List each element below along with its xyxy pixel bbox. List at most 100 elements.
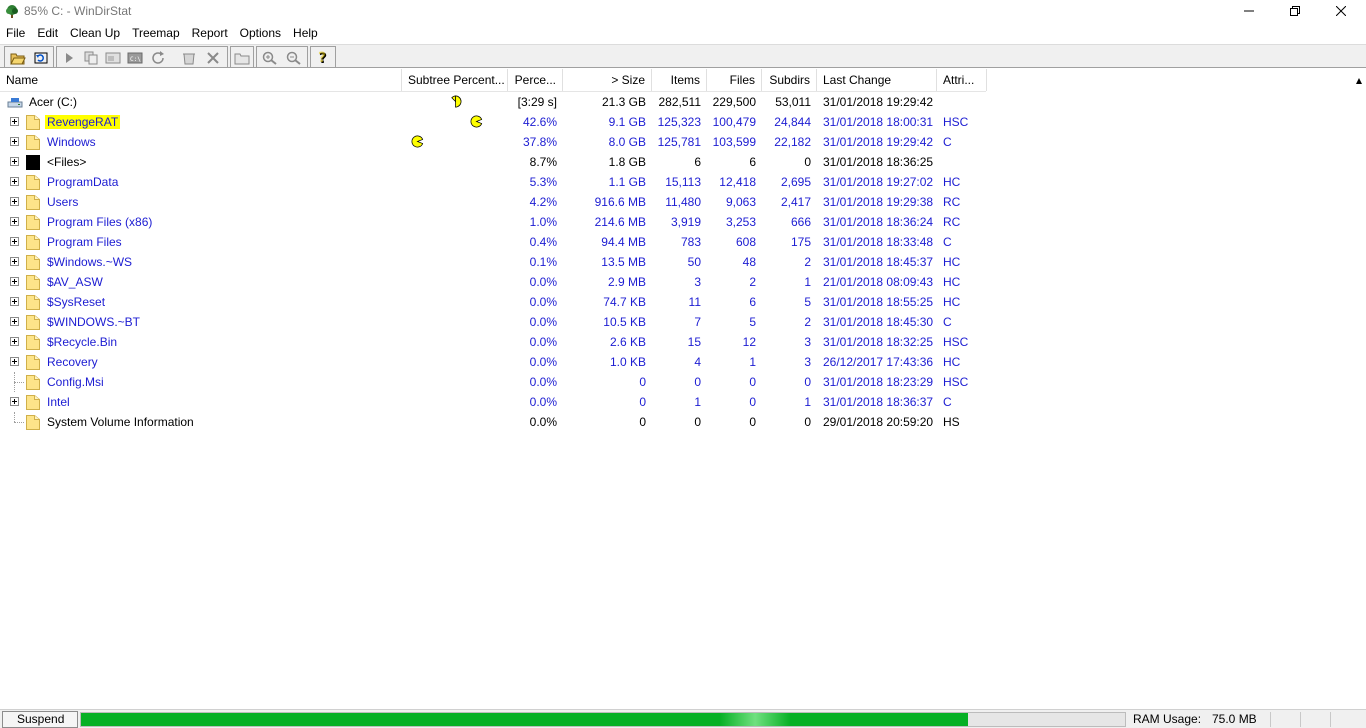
toolbar-group-zoom <box>256 46 308 68</box>
expand-toggle[interactable] <box>10 237 19 246</box>
table-row[interactable]: Users 4.2% 916.6 MB 11,480 9,063 2,417 31/01/2… <box>0 192 1000 212</box>
root-row[interactable]: Acer (C:) [3:29 s] 21.3 GB 282,511 229,5… <box>0 92 1000 112</box>
table-row[interactable]: Intel 0.0% 0 1 0 1 31/01/2018 18:36:37 C <box>0 392 1000 412</box>
table-row[interactable]: Recovery 0.0% 1.0 KB 4 1 3 26/12/2017 17:43:36… <box>0 352 1000 372</box>
menu-treemap[interactable]: Treemap <box>126 23 186 43</box>
header-scroll-arrow-icon[interactable] <box>1354 69 1364 91</box>
column-header-percent[interactable]: Perce... <box>508 69 563 91</box>
expand-toggle[interactable] <box>10 157 19 166</box>
menu-options[interactable]: Options <box>234 23 287 43</box>
explorer-button[interactable] <box>103 49 123 67</box>
expand-toggle[interactable] <box>10 177 19 186</box>
row-attributes: HC <box>943 355 961 369</box>
status-bar: Suspend RAM Usage: 75.0 MB <box>0 709 1366 728</box>
column-header-attributes[interactable]: Attri... <box>937 69 987 91</box>
expand-toggle[interactable] <box>10 117 19 126</box>
row-size: 0 <box>639 395 646 409</box>
close-button[interactable] <box>1318 0 1364 22</box>
scan-progress-fill <box>81 713 969 726</box>
expand-toggle[interactable] <box>10 357 19 366</box>
help-button[interactable]: ?? <box>313 49 333 67</box>
status-pane <box>1270 712 1300 727</box>
row-attributes: HC <box>943 295 961 309</box>
restore-button[interactable] <box>1272 0 1318 22</box>
zoom-out-button[interactable] <box>284 49 304 67</box>
refresh-icon <box>34 52 48 64</box>
table-row[interactable]: RevengeRAT 42.6% 9.1 GB 125,323 100,479 24,84… <box>0 112 1000 132</box>
ram-usage-value: 75.0 MB <box>1212 712 1257 726</box>
row-files: 1 <box>749 355 756 369</box>
column-header-name[interactable]: Name <box>0 69 402 91</box>
expand-toggle[interactable] <box>10 217 19 226</box>
table-row[interactable]: <Files> 8.7% 1.8 GB 6 6 0 31/01/2018 18:36:25 <box>0 152 1000 172</box>
row-percent: 0.0% <box>529 275 557 289</box>
row-subdirs: 24,844 <box>774 115 811 129</box>
refresh-button[interactable] <box>31 49 51 67</box>
menu-file[interactable]: File <box>0 23 31 43</box>
menu-edit[interactable]: Edit <box>31 23 64 43</box>
menu-clean-up[interactable]: Clean Up <box>64 23 126 43</box>
row-files: 0 <box>749 375 756 389</box>
row-last-change: 31/01/2018 18:36:25 <box>823 155 934 169</box>
suspend-button[interactable]: Suspend <box>2 711 78 728</box>
expand-toggle[interactable] <box>10 197 19 206</box>
table-row[interactable]: ProgramData 5.3% 1.1 GB 15,113 12,418 2,695 31… <box>0 172 1000 192</box>
row-percent: 0.4% <box>529 235 557 249</box>
folder-icon <box>26 275 40 290</box>
row-percent: 37.8% <box>522 135 557 149</box>
new-folder-button[interactable] <box>232 49 252 67</box>
row-name: <Files> <box>47 155 87 169</box>
table-row[interactable]: $SysReset 0.0% 74.7 KB 11 6 5 31/01/2018 18:55… <box>0 292 1000 312</box>
table-row[interactable]: Windows 37.8% 8.0 GB 125,781 103,599 22,182 31… <box>0 132 1000 152</box>
status-pane <box>1330 712 1360 727</box>
row-last-change: 31/01/2018 18:32:25 <box>823 335 934 349</box>
root-name: Acer (C:) <box>29 95 77 109</box>
expand-toggle[interactable] <box>10 337 19 346</box>
row-items: 783 <box>680 235 701 249</box>
row-name: $Windows.~WS <box>47 255 133 269</box>
row-subdirs: 0 <box>804 375 811 389</box>
menu-help[interactable]: Help <box>287 23 324 43</box>
table-row[interactable]: System Volume Information 0.0% 0 0 0 0 29/01/2… <box>0 412 1000 432</box>
column-header-files[interactable]: Files <box>707 69 762 91</box>
row-size: 0 <box>639 375 646 389</box>
table-row[interactable]: Program Files 0.4% 94.4 MB 783 608 175 31/01/2… <box>0 232 1000 252</box>
recycle-bin-button[interactable] <box>179 49 199 67</box>
zoom-in-button[interactable] <box>260 49 280 67</box>
open-button[interactable] <box>8 49 28 67</box>
table-row[interactable]: $Recycle.Bin 0.0% 2.6 KB 15 12 3 31/01/2018 18… <box>0 332 1000 352</box>
copy-path-button[interactable] <box>81 49 101 67</box>
column-header-subtree-percent[interactable]: Subtree Percent... <box>402 69 508 91</box>
table-row[interactable]: $AV_ASW 0.0% 2.9 MB 3 2 1 21/01/2018 08:09:43 H… <box>0 272 1000 292</box>
toolbar-group-file <box>4 46 54 68</box>
command-prompt-button[interactable]: C:\ <box>125 49 145 67</box>
column-header-size[interactable]: > Size <box>563 69 652 91</box>
expand-toggle[interactable] <box>10 317 19 326</box>
toolbar-group-help: ?? <box>310 46 336 68</box>
table-row[interactable]: $WINDOWS.~BT 0.0% 10.5 KB 7 5 2 31/01/2018 18:… <box>0 312 1000 332</box>
refresh-selected-button[interactable] <box>149 49 169 67</box>
column-header-subdirs[interactable]: Subdirs <box>762 69 817 91</box>
table-row[interactable]: $Windows.~WS 0.1% 13.5 MB 50 48 2 31/01/2018 1… <box>0 252 1000 272</box>
play-button[interactable] <box>59 49 79 67</box>
expand-toggle[interactable] <box>10 257 19 266</box>
expand-toggle[interactable] <box>10 277 19 286</box>
delete-button[interactable] <box>203 49 223 67</box>
menu-report[interactable]: Report <box>186 23 234 43</box>
row-size: 214.6 MB <box>594 215 646 229</box>
table-row[interactable]: Program Files (x86) 1.0% 214.6 MB 3,919 3,25… <box>0 212 1000 232</box>
expand-toggle[interactable] <box>10 397 19 406</box>
table-row[interactable]: Config.Msi 0.0% 0 0 0 0 31/01/2018 18:23:29 HSC <box>0 372 1000 392</box>
row-subdirs: 22,182 <box>774 135 811 149</box>
column-header-last-change[interactable]: Last Change <box>817 69 937 91</box>
expand-toggle[interactable] <box>10 137 19 146</box>
root-subdirs: 53,011 <box>775 95 811 109</box>
expand-toggle[interactable] <box>10 297 19 306</box>
folder-icon <box>26 335 40 350</box>
row-size: 13.5 MB <box>601 255 646 269</box>
minimize-button[interactable] <box>1226 0 1272 22</box>
folder-icon <box>26 395 40 410</box>
row-files: 0 <box>749 395 756 409</box>
column-header-items[interactable]: Items <box>652 69 707 91</box>
row-percent: 0.0% <box>529 375 557 389</box>
